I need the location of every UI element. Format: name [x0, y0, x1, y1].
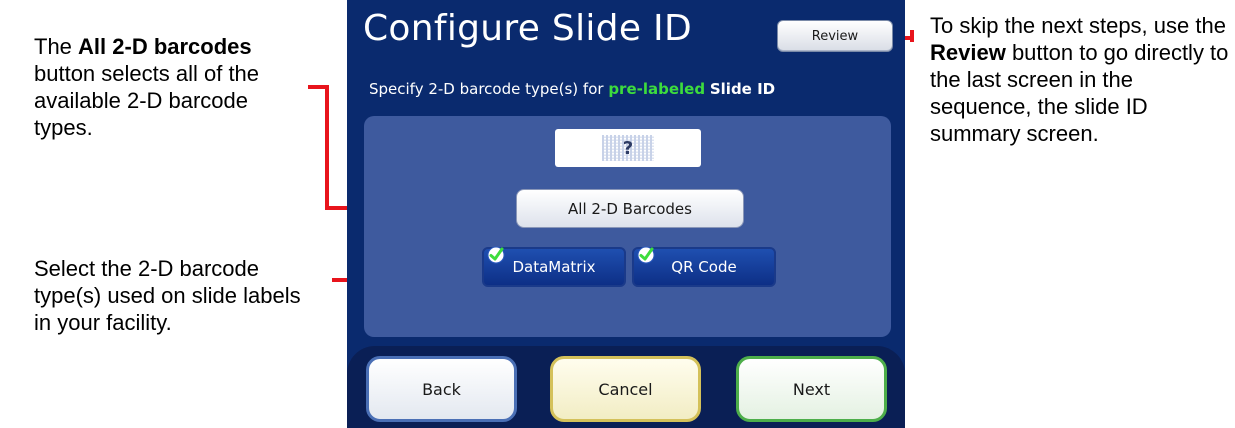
callout-line-all-barcodes-vertical — [325, 85, 329, 210]
datamatrix-toggle[interactable]: DataMatrix — [482, 246, 626, 287]
annotation-all-barcodes: The All 2-D barcodes button selects all … — [34, 33, 304, 141]
instruction-prefix: Specify 2-D barcode type(s) for — [369, 80, 609, 98]
next-button[interactable]: Next — [736, 356, 887, 422]
all-2d-barcodes-button[interactable]: All 2-D Barcodes — [516, 189, 744, 228]
annotation-bold-text: All 2-D barcodes — [78, 34, 252, 59]
back-button[interactable]: Back — [366, 356, 517, 422]
qr-code-toggle[interactable]: QR Code — [632, 246, 776, 287]
device-screen: Configure Slide ID Review Specify 2-D ba… — [347, 0, 905, 428]
review-button[interactable]: Review — [777, 20, 893, 52]
cancel-button[interactable]: Cancel — [550, 356, 701, 422]
checkmark-icon — [487, 246, 505, 264]
barcode-preview-symbol: ? — [622, 137, 634, 159]
screen-title: Configure Slide ID — [363, 8, 692, 49]
annotation-text: The — [34, 34, 79, 59]
barcode-preview: ? — [555, 129, 701, 167]
instruction-highlight: pre-labeled — [608, 80, 706, 98]
annotation-text: button selects all of the available 2-D … — [34, 61, 260, 140]
datamatrix-label: DataMatrix — [512, 258, 596, 276]
qr-code-label: QR Code — [671, 258, 737, 276]
annotation-review: To skip the next steps, use the Review b… — [930, 12, 1230, 147]
annotation-text: To skip the next steps, use the — [930, 13, 1226, 38]
annotation-select-types: Select the 2-D barcode type(s) used on s… — [34, 256, 301, 335]
instruction-suffix: Slide ID — [709, 80, 776, 98]
instruction-text: Specify 2-D barcode type(s) for pre-labe… — [369, 80, 889, 98]
barcode-type-panel: ? All 2-D Barcodes DataMatrix QR Code — [364, 116, 891, 337]
annotation-bold-text: Review — [930, 40, 1006, 65]
checkmark-icon — [637, 246, 655, 264]
barcode-placeholder-icon: ? — [602, 135, 654, 161]
callout-line-review-tick — [910, 30, 914, 42]
